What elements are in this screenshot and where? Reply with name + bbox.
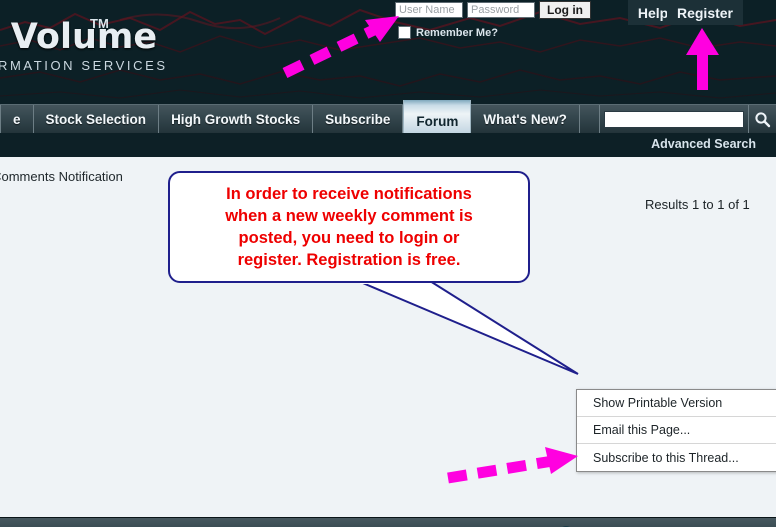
page-root: ive Volume TM T INFORMATION SERVICES Log… [0, 0, 776, 527]
dashed-arrow-to-username-field [282, 16, 399, 78]
dashed-arrow-to-subscribe-menu-item [447, 447, 578, 484]
arrow-to-register-button [686, 28, 719, 90]
annotation-overlay [282, 16, 719, 484]
